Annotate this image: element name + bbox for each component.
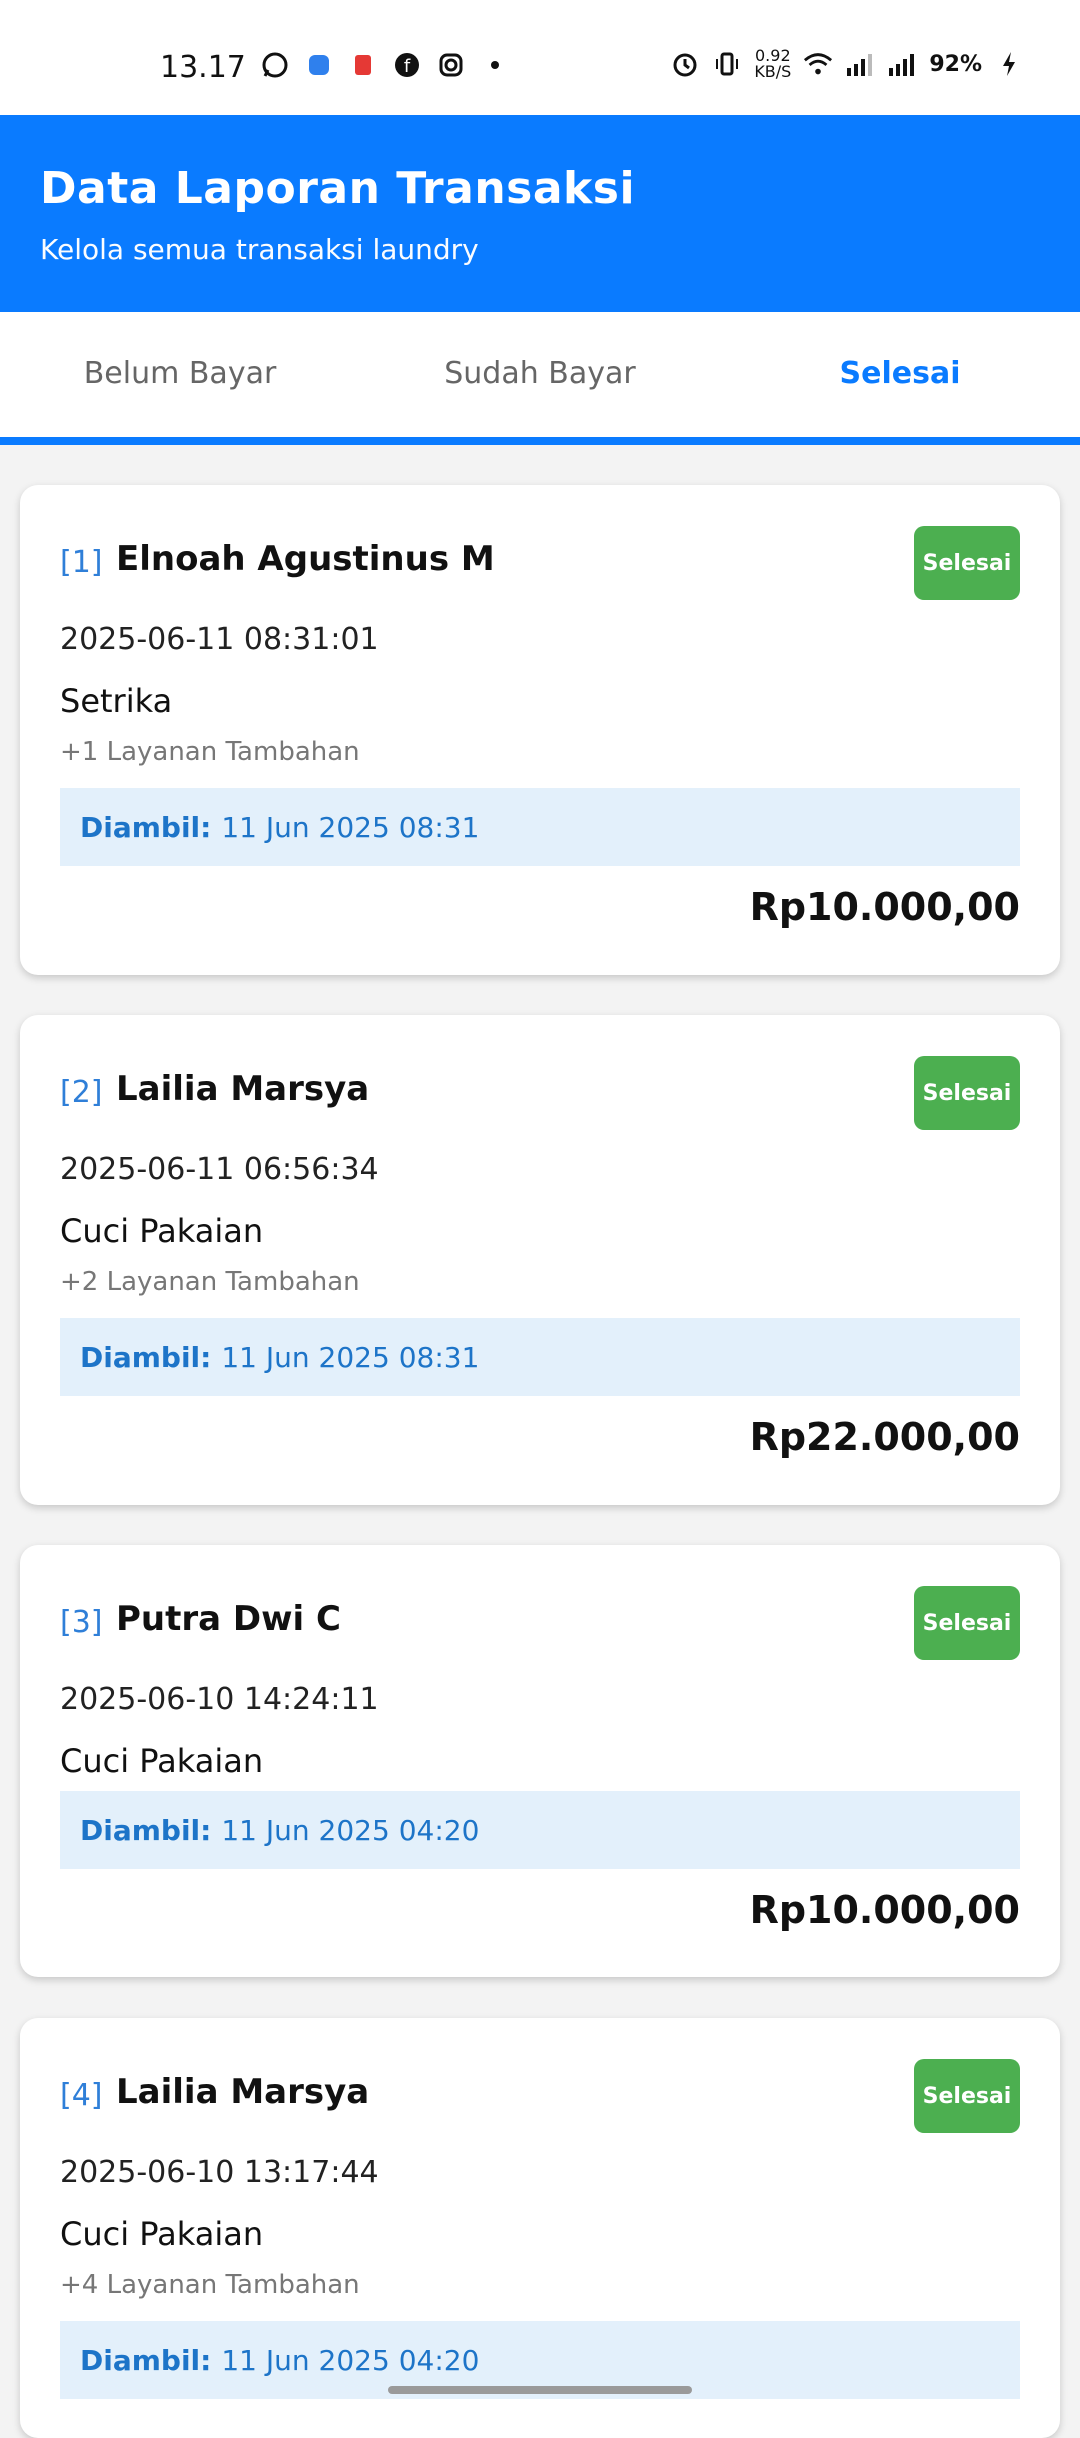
blue-app-icon	[304, 50, 334, 80]
alarm-icon	[670, 49, 700, 79]
status-badge: Selesai	[914, 1586, 1020, 1660]
transaction-datetime: 2025-06-11 08:31:01	[60, 622, 379, 657]
transaction-index: [1]	[60, 545, 103, 580]
tab-bar: Belum Bayar Sudah Bayar Selesai	[0, 312, 1080, 445]
pickup-label: Diambil:	[80, 1340, 212, 1374]
transaction-card[interactable]: [3] Putra Dwi C Selesai 2025-06-10 14:24…	[20, 1545, 1060, 1977]
pickup-info: Diambil: 11 Jun 2025 08:31	[60, 1318, 1020, 1396]
home-indicator[interactable]	[388, 2386, 692, 2394]
battery-level: 92%	[929, 51, 982, 77]
tab-sudah-bayar[interactable]: Sudah Bayar	[390, 356, 690, 391]
service-name: Cuci Pakaian	[60, 1742, 264, 1780]
pickup-label: Diambil:	[80, 810, 212, 844]
tab-selesai[interactable]: Selesai	[750, 356, 1050, 391]
vibrate-icon	[712, 49, 742, 79]
charging-icon	[994, 49, 1024, 79]
notification-icons: f	[260, 50, 510, 80]
signal-icon	[887, 49, 917, 79]
transaction-datetime: 2025-06-10 13:17:44	[60, 2155, 379, 2190]
extra-services: +1 Layanan Tambahan	[60, 737, 360, 767]
transaction-card[interactable]: [2] Lailia Marsya Selesai 2025-06-11 06:…	[20, 1015, 1060, 1505]
pickup-date: 11 Jun 2025 08:31	[221, 810, 480, 844]
status-bar: 13.17 f 0.92 KB/S 92%	[0, 0, 1080, 115]
customer-name: Elnoah Agustinus M	[116, 539, 495, 579]
page-title: Data Laporan Transaksi	[40, 163, 636, 214]
page-header: Data Laporan Transaksi Kelola semua tran…	[0, 115, 1080, 312]
pickup-date: 11 Jun 2025 04:20	[221, 1813, 480, 1847]
transaction-card[interactable]: [1] Elnoah Agustinus M Selesai 2025-06-1…	[20, 485, 1060, 975]
transaction-datetime: 2025-06-10 14:24:11	[60, 1682, 379, 1717]
transaction-card[interactable]: [4] Lailia Marsya Selesai 2025-06-10 13:…	[20, 2018, 1060, 2438]
wifi-icon	[803, 49, 833, 79]
extra-services: +2 Layanan Tambahan	[60, 1267, 360, 1297]
tab-indicator	[0, 437, 1080, 445]
red-app-icon	[348, 50, 378, 80]
pickup-info: Diambil: 11 Jun 2025 04:20	[60, 1791, 1020, 1869]
transaction-amount: Rp10.000,00	[749, 1888, 1020, 1932]
svg-text:f: f	[404, 56, 411, 77]
status-time: 13.17	[160, 50, 246, 85]
tab-belum-bayar[interactable]: Belum Bayar	[30, 356, 330, 391]
transaction-amount: Rp10.000,00	[749, 885, 1020, 929]
transaction-index: [4]	[60, 2078, 103, 2113]
system-icons: 0.92 KB/S 92%	[670, 48, 1024, 80]
pickup-date: 11 Jun 2025 04:20	[221, 2343, 480, 2377]
dot-icon	[480, 50, 510, 80]
customer-name: Putra Dwi C	[116, 1599, 342, 1639]
customer-name: Lailia Marsya	[116, 2072, 370, 2112]
status-badge: Selesai	[914, 2059, 1020, 2133]
service-name: Cuci Pakaian	[60, 2215, 264, 2253]
service-name: Setrika	[60, 682, 173, 720]
status-badge: Selesai	[914, 1056, 1020, 1130]
signal-icon	[845, 49, 875, 79]
customer-name: Lailia Marsya	[116, 1069, 370, 1109]
pickup-label: Diambil:	[80, 2343, 212, 2377]
transaction-amount: Rp22.000,00	[749, 1415, 1020, 1459]
whatsapp-icon	[260, 50, 290, 80]
net-speed: 0.92 KB/S	[754, 48, 791, 80]
pickup-label: Diambil:	[80, 1813, 212, 1847]
net-speed-unit: KB/S	[754, 62, 792, 81]
status-badge: Selesai	[914, 526, 1020, 600]
service-name: Cuci Pakaian	[60, 1212, 264, 1250]
transaction-datetime: 2025-06-11 06:56:34	[60, 1152, 379, 1187]
transaction-index: [3]	[60, 1605, 103, 1640]
facebook-icon: f	[392, 50, 422, 80]
instagram-icon	[436, 50, 466, 80]
pickup-date: 11 Jun 2025 08:31	[221, 1340, 480, 1374]
page-subtitle: Kelola semua transaksi laundry	[40, 233, 479, 266]
extra-services: +4 Layanan Tambahan	[60, 2270, 360, 2300]
pickup-info: Diambil: 11 Jun 2025 08:31	[60, 788, 1020, 866]
transaction-index: [2]	[60, 1075, 103, 1110]
